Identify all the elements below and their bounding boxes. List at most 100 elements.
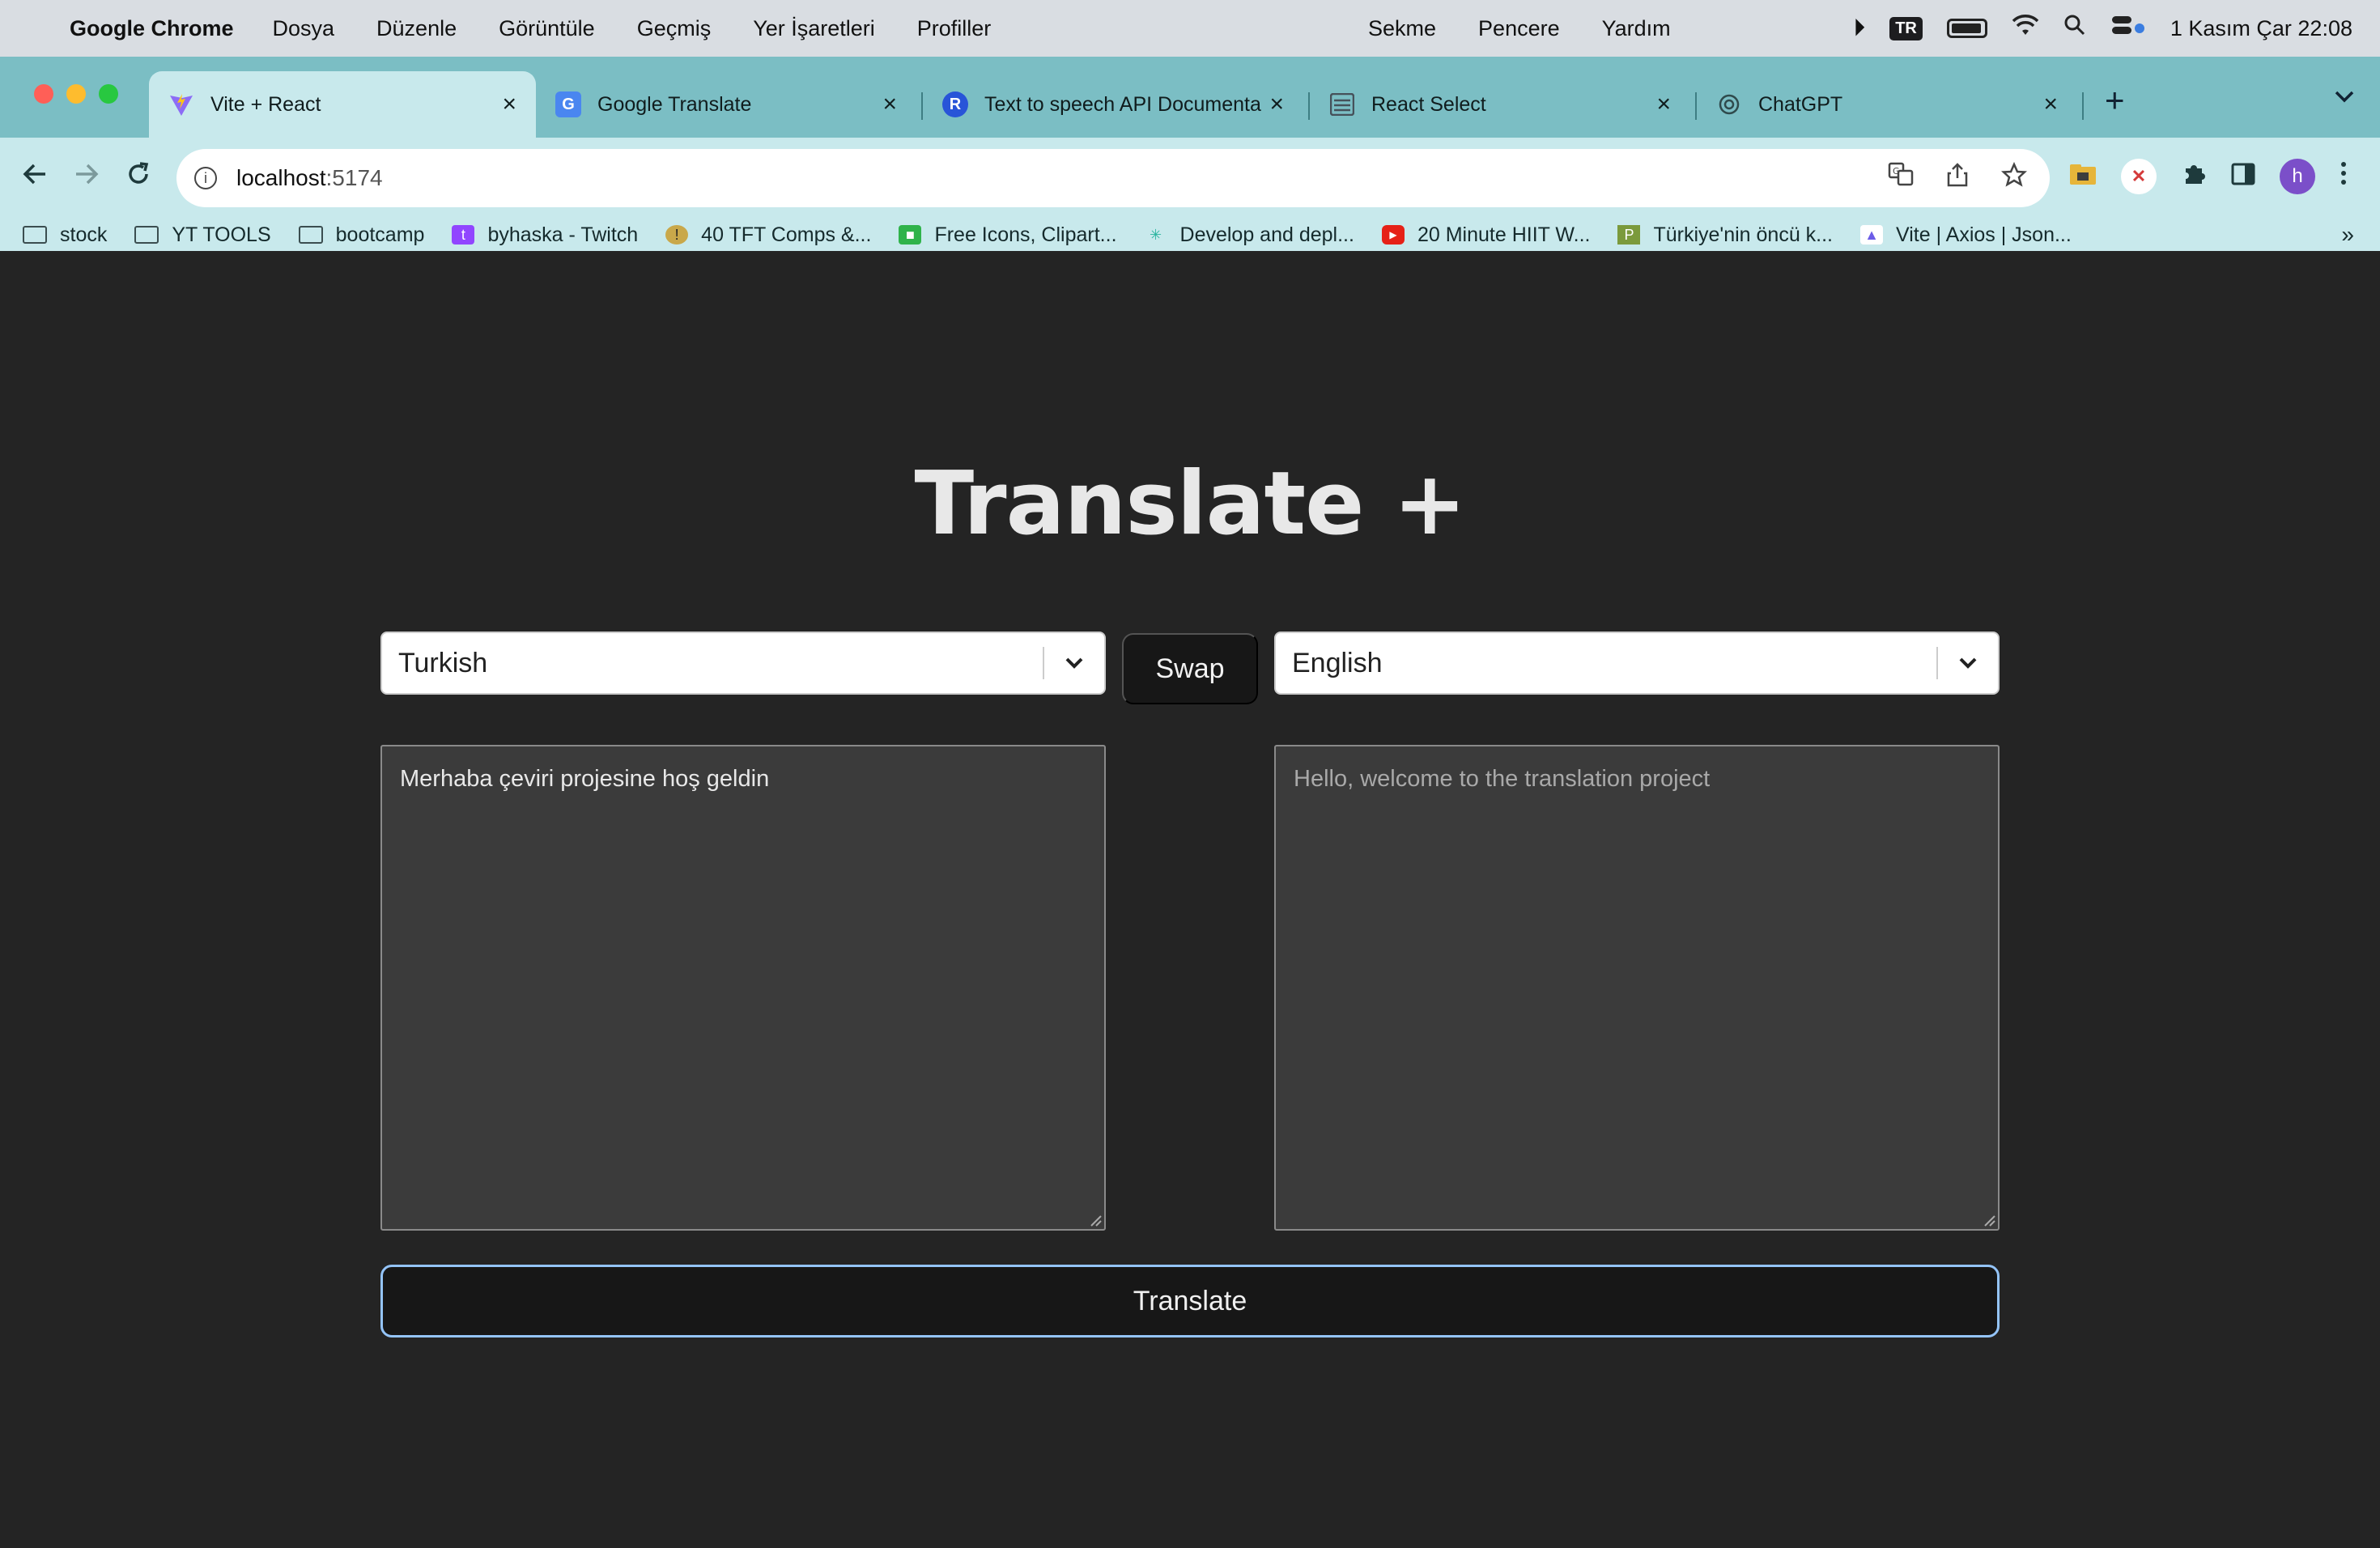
address-bar[interactable]: i localhost:5174 G — [176, 149, 2050, 207]
bookmark-develop-deploy[interactable]: ✳ Develop and depl... — [1145, 223, 1354, 247]
bookmark-bootcamp[interactable]: bootcamp — [298, 223, 424, 247]
bookmark-label: Free Icons, Clipart... — [934, 223, 1117, 246]
tab-chatgpt[interactable]: ChatGPT × — [1697, 71, 2077, 138]
tab-title: ChatGPT — [1758, 92, 1843, 116]
browser-window: Vite + React × G Google Translate × R Te… — [0, 57, 2380, 251]
chevron-down-icon[interactable] — [1044, 651, 1104, 675]
bookmark-twitch[interactable]: t byhaska - Twitch — [452, 223, 638, 247]
tab-close-icon[interactable]: × — [2043, 91, 2058, 118]
source-language-select[interactable]: Turkish — [380, 632, 1106, 695]
bookmark-free-icons[interactable]: ■ Free Icons, Clipart... — [899, 223, 1117, 247]
control-center-icon[interactable] — [2110, 14, 2146, 43]
minimize-window-button[interactable] — [66, 84, 86, 104]
screen-recording-icon[interactable]: ⏵ — [1853, 15, 1865, 42]
menu-goruntule[interactable]: Görüntüle — [499, 16, 595, 41]
chrome-menu-kebab-icon[interactable] — [2340, 160, 2348, 193]
tab-title: React Select — [1371, 92, 1486, 116]
bookmark-tft-comps[interactable]: ! 40 TFT Comps &... — [665, 223, 871, 247]
forward-arrow-icon[interactable] — [73, 160, 100, 195]
bookmark-vite-axios[interactable]: ▲ Vite | Axios | Json... — [1860, 223, 2072, 247]
resize-grip-icon[interactable] — [1982, 1213, 1996, 1227]
reload-icon[interactable] — [125, 160, 152, 195]
bookmark-yt-tools[interactable]: YT TOOLS — [134, 223, 271, 247]
close-window-button[interactable] — [34, 84, 53, 104]
swap-languages-button[interactable]: Swap — [1122, 633, 1258, 704]
tab-title: Google Translate — [597, 92, 752, 116]
new-tab-plus-icon[interactable]: + — [2105, 81, 2125, 120]
url-host: localhost — [236, 165, 326, 190]
bookmark-hiit[interactable]: ▶ 20 Minute HIIT W... — [1381, 223, 1590, 247]
tab-react-select[interactable]: React Select × — [1310, 71, 1690, 138]
tab-google-translate[interactable]: G Google Translate × — [536, 71, 916, 138]
bookmark-turkiye[interactable]: P Türkiye'nin öncü k... — [1617, 223, 1833, 247]
translate-button[interactable]: Translate — [380, 1265, 2000, 1337]
input-source-badge[interactable]: TR — [1889, 16, 1923, 40]
tab-separator — [2082, 92, 2084, 120]
side-panel-icon[interactable] — [2231, 162, 2255, 192]
profile-avatar[interactable]: h — [2280, 159, 2315, 194]
target-language-select[interactable]: English — [1274, 632, 2000, 695]
browser-toolbar: i localhost:5174 G ✕ h — [0, 138, 2380, 219]
bookmark-label: Vite | Axios | Json... — [1896, 223, 2072, 246]
app-menu-name[interactable]: Google Chrome — [70, 16, 234, 41]
bookmark-label: stock — [60, 223, 108, 246]
menu-yer-isaretleri[interactable]: Yer İşaretleri — [753, 16, 875, 41]
menu-pencere[interactable]: Pencere — [1478, 16, 1560, 41]
bookmark-label: Türkiye'nin öncü k... — [1653, 223, 1834, 246]
chevron-down-icon[interactable] — [1938, 651, 1998, 675]
share-icon[interactable] — [1946, 162, 1969, 194]
menu-bar-clock[interactable]: 1 Kasım Çar 22:08 — [2170, 16, 2352, 41]
extension-folder-icon[interactable] — [2069, 162, 2097, 192]
bookmarks-bar: stock YT TOOLS bootcamp t byhaska - Twitc… — [0, 219, 2380, 251]
tab-title: Text to speech API Documentati — [984, 92, 1262, 116]
more-bookmarks-chevron-icon[interactable]: » — [2341, 222, 2354, 248]
tab-close-icon[interactable]: × — [1269, 91, 1284, 118]
tab-text-to-speech[interactable]: R Text to speech API Documentati × — [923, 71, 1303, 138]
vite-icon — [168, 91, 194, 117]
menu-duzenle[interactable]: Düzenle — [376, 16, 457, 41]
ad-blocker-shield-icon[interactable]: ✕ — [2121, 159, 2157, 194]
macos-menu-bar: Google Chrome Dosya Düzenle Görüntüle Ge… — [0, 0, 2380, 57]
menu-gecmis[interactable]: Geçmiş — [637, 16, 712, 41]
vite-icon: ▲ — [1860, 225, 1884, 245]
battery-icon[interactable] — [1946, 19, 1987, 38]
page-title: Translate + — [914, 453, 1467, 555]
menu-yardim[interactable]: Yardım — [1602, 16, 1671, 41]
translate-page-icon[interactable]: G — [1888, 162, 1914, 194]
tab-vite-react[interactable]: Vite + React × — [149, 71, 536, 138]
spotlight-search-icon[interactable] — [2063, 14, 2086, 43]
resize-grip-icon[interactable] — [1088, 1213, 1103, 1227]
bookmark-label: byhaska - Twitch — [487, 223, 639, 246]
react-select-icon — [1329, 91, 1355, 117]
icons-site-icon: ■ — [899, 225, 922, 245]
google-translate-icon: G — [555, 91, 581, 117]
translated-text-output[interactable]: Hello, welcome to the translation projec… — [1274, 745, 2000, 1231]
deploy-icon: ✳ — [1149, 226, 1162, 243]
tab-title: Vite + React — [210, 92, 321, 116]
zoom-window-button[interactable] — [99, 84, 118, 104]
url-port: :5174 — [325, 165, 383, 190]
tft-icon: ! — [665, 225, 689, 245]
youtube-icon: ▶ — [1381, 225, 1405, 245]
bookmark-star-icon[interactable] — [2000, 161, 2028, 194]
wifi-icon[interactable] — [2012, 14, 2039, 43]
tab-strip: Vite + React × G Google Translate × R Te… — [0, 57, 2380, 138]
folder-icon — [298, 226, 323, 244]
tab-search-chevron-icon[interactable] — [2333, 84, 2356, 110]
extensions-puzzle-icon[interactable] — [2181, 160, 2207, 193]
source-language-value: Turkish — [398, 647, 488, 678]
tab-close-icon[interactable]: × — [1656, 91, 1671, 118]
source-text-value: Merhaba çeviri projesine hoş geldin — [400, 766, 770, 792]
tab-close-icon[interactable]: × — [882, 91, 897, 118]
page-content: Translate + Turkish Swap English Merhaba… — [0, 251, 2380, 1548]
tab-close-icon[interactable]: × — [502, 91, 516, 118]
site-info-icon[interactable]: i — [194, 167, 217, 189]
source-text-input[interactable]: Merhaba çeviri projesine hoş geldin — [380, 745, 1106, 1231]
bookmark-stock[interactable]: stock — [23, 223, 107, 247]
menu-dosya[interactable]: Dosya — [273, 16, 335, 41]
menu-profiller[interactable]: Profiller — [917, 16, 992, 41]
menu-sekme[interactable]: Sekme — [1368, 16, 1436, 41]
bookmark-label: 40 TFT Comps &... — [701, 223, 872, 246]
speech-api-icon: R — [942, 91, 968, 117]
back-arrow-icon[interactable] — [21, 160, 49, 195]
